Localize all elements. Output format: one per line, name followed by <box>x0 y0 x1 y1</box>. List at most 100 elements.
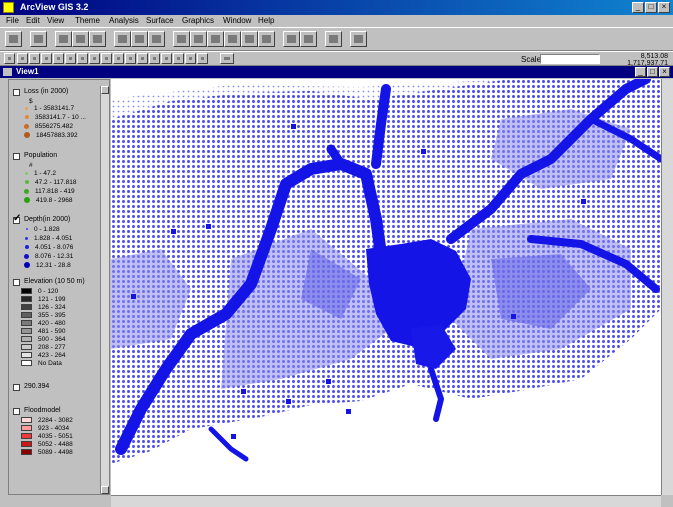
legend-symbol <box>24 262 30 269</box>
zoom-in-icon[interactable] <box>224 31 241 47</box>
menu-help[interactable]: Help <box>258 16 274 25</box>
contour-icon[interactable] <box>173 53 184 64</box>
locate-icon[interactable] <box>131 31 148 47</box>
theme-290-394-checkbox[interactable] <box>13 384 20 391</box>
help-pointer-icon[interactable] <box>350 31 367 47</box>
zoom-full-icon[interactable] <box>173 31 190 47</box>
menu-file[interactable]: File <box>6 16 19 25</box>
dropdown-tool-icon[interactable] <box>197 53 208 64</box>
no-data-upper-left <box>111 79 171 94</box>
label-icon[interactable] <box>125 53 136 64</box>
text-tool-icon[interactable] <box>137 53 148 64</box>
legend-label: 8556275.482 <box>35 123 73 130</box>
query-icon[interactable] <box>148 31 165 47</box>
toc-scrollbar[interactable] <box>100 86 109 494</box>
theme-depth-checkbox[interactable] <box>13 213 21 224</box>
legend-label: 47.2 - 117.818 <box>35 179 77 186</box>
legend-symbol <box>24 123 29 129</box>
select-tool-icon[interactable] <box>41 53 52 64</box>
legend-symbol <box>21 360 32 367</box>
zoom-out-icon[interactable] <box>241 31 258 47</box>
legend-label: 4035 - 5051 <box>38 433 73 440</box>
identify-icon[interactable] <box>4 53 15 64</box>
legend-symbol <box>24 132 30 139</box>
view-minimize-icon[interactable]: _ <box>635 67 646 77</box>
view-title-bar: View1 _ □ × <box>0 66 673 78</box>
layout-icon[interactable] <box>325 31 342 47</box>
legend-symbol <box>21 344 32 351</box>
legend-symbol <box>25 236 28 240</box>
toc-scroll-up-icon[interactable] <box>101 86 109 94</box>
legend-item: 423 - 264 <box>21 352 65 359</box>
legend-label: 355 - 395 <box>38 312 66 319</box>
vertex-edit-icon[interactable] <box>29 53 40 64</box>
theme-elevation-checkbox[interactable] <box>13 279 20 286</box>
menu-edit[interactable]: Edit <box>26 16 40 25</box>
legend-symbol <box>21 425 32 432</box>
theme-population-checkbox[interactable] <box>13 153 20 160</box>
open-table-icon[interactable] <box>89 31 106 47</box>
clear-selection-icon[interactable] <box>300 31 317 47</box>
legend-item: 419.8 - 2968 <box>21 197 73 204</box>
menu-theme[interactable]: Theme <box>75 16 100 25</box>
map-display[interactable] <box>111 79 661 495</box>
legend-label: 3583141.7 - 10 ... <box>35 114 86 121</box>
close-icon[interactable]: × <box>658 2 670 13</box>
legend-label: 12.31 - 28.8 <box>36 262 71 269</box>
menu-view[interactable]: View <box>47 16 64 25</box>
theme-loss-checkbox[interactable] <box>13 89 20 96</box>
save-icon[interactable] <box>5 31 22 47</box>
minimize-icon[interactable]: _ <box>632 2 644 13</box>
edit-legend-icon[interactable] <box>72 31 89 47</box>
legend-label: 5052 - 4488 <box>38 441 73 448</box>
legend-label: 923 - 4034 <box>38 425 70 432</box>
area-of-interest-icon[interactable] <box>113 53 124 64</box>
pan-icon[interactable] <box>77 53 88 64</box>
theme-name: Elevation (10 50 m) <box>24 278 85 285</box>
profile-icon[interactable] <box>185 53 196 64</box>
measure-icon[interactable] <box>89 53 100 64</box>
zoom-in-tool-icon[interactable] <box>53 53 64 64</box>
hotlink-icon[interactable] <box>101 53 112 64</box>
pointer-icon[interactable] <box>17 53 28 64</box>
theme-floodmodel-checkbox[interactable] <box>13 408 20 415</box>
app-title: ArcView GIS 3.2 <box>20 2 89 12</box>
zoom-selected-icon[interactable] <box>207 31 224 47</box>
menu-window[interactable]: Window <box>223 16 251 25</box>
legend-item: 47.2 - 117.818 <box>21 179 76 186</box>
snap-icon[interactable] <box>161 53 172 64</box>
menu-graphics[interactable]: Graphics <box>182 16 214 25</box>
legend-header: # <box>29 162 33 169</box>
menu-surface[interactable]: Surface <box>146 16 174 25</box>
legend-symbol <box>21 328 32 335</box>
legend-label: 208 - 277 <box>38 344 66 351</box>
map-horizontal-scrollbar[interactable] <box>111 495 661 507</box>
zoom-previous-icon[interactable] <box>258 31 275 47</box>
legend-item: 8.076 - 12.31 <box>21 253 73 260</box>
select-features-icon[interactable] <box>283 31 300 47</box>
maximize-icon[interactable]: □ <box>645 2 657 13</box>
add-theme-icon[interactable] <box>30 31 47 47</box>
draw-tool-icon[interactable] <box>149 53 160 64</box>
legend-label: 500 - 364 <box>38 336 66 343</box>
legend-symbol <box>21 433 32 440</box>
area-tool-icon[interactable] <box>220 53 234 64</box>
scale-input[interactable] <box>540 54 600 64</box>
legend-item: 126 - 324 <box>21 304 65 311</box>
zoom-active-icon[interactable] <box>190 31 207 47</box>
legend-label: 117.818 - 419 <box>35 188 75 195</box>
coord-x: 8,513.08 <box>640 53 668 60</box>
view-close-icon[interactable]: × <box>659 67 670 77</box>
theme-props-icon[interactable] <box>55 31 72 47</box>
find-icon[interactable] <box>114 31 131 47</box>
legend-label: 420 - 480 <box>38 320 66 327</box>
legend-label: 0 - 120 <box>38 288 59 295</box>
legend-item: No Data <box>21 360 62 367</box>
legend-item: 0 - 1.828 <box>21 226 60 233</box>
menu-analysis[interactable]: Analysis <box>109 16 139 25</box>
map-vertical-scrollbar[interactable] <box>661 79 673 495</box>
zoom-out-tool-icon[interactable] <box>65 53 76 64</box>
legend-item: 8556275.482 <box>21 123 73 130</box>
toc-scroll-down-icon[interactable] <box>101 486 109 494</box>
view-maximize-icon[interactable]: □ <box>647 67 658 77</box>
